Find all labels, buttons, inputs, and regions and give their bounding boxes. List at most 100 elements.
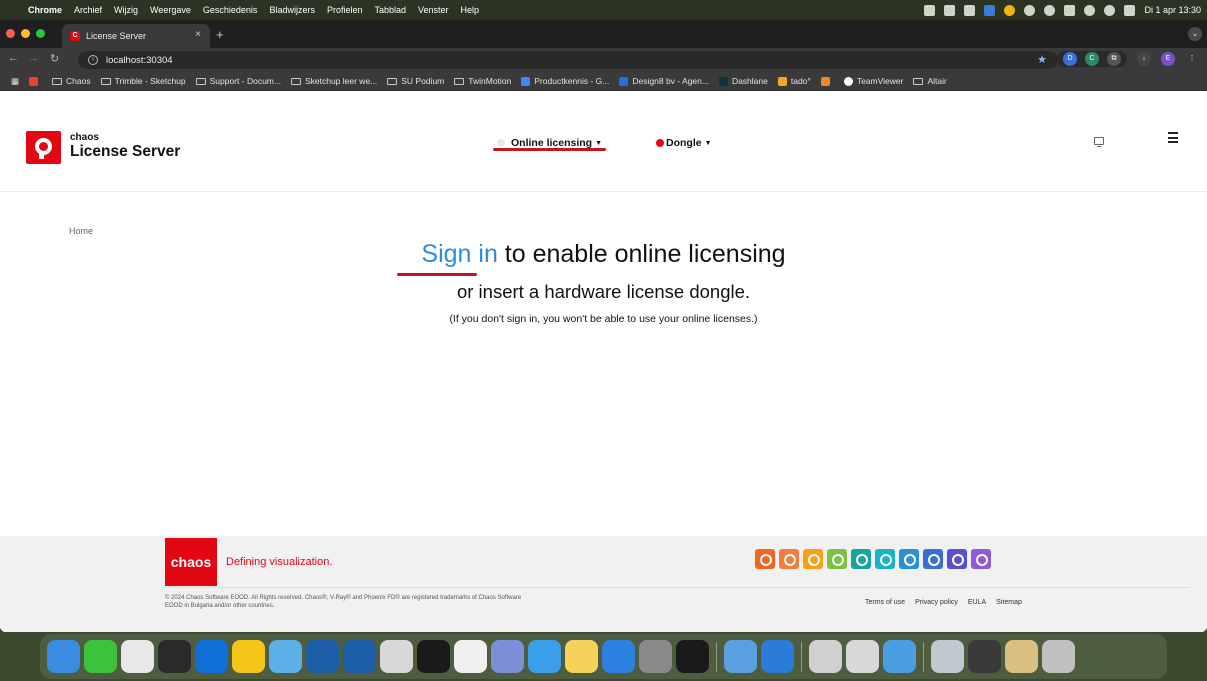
minimize-window-button[interactable] xyxy=(21,29,30,38)
extension-c-icon[interactable]: C xyxy=(1085,52,1099,66)
extension-d-icon[interactable]: D xyxy=(1063,52,1077,66)
menu-app-name[interactable]: Chrome xyxy=(22,5,68,15)
back-icon[interactable]: ← xyxy=(8,52,19,64)
bookmark-trimble[interactable]: Trimble - Sketchup xyxy=(98,76,189,86)
dock-launchpad-icon[interactable] xyxy=(491,640,524,673)
dock-window-icon[interactable] xyxy=(1005,640,1038,673)
product-icon-1[interactable] xyxy=(755,549,775,569)
menu-venster[interactable]: Venster xyxy=(412,5,455,15)
product-icon-4[interactable] xyxy=(827,549,847,569)
zoom-window-button[interactable] xyxy=(36,29,45,38)
profile-avatar[interactable]: E xyxy=(1161,52,1175,66)
address-bar[interactable]: i localhost:30304 xyxy=(78,51,1058,69)
bookmark-twinmotion[interactable]: TwinMotion xyxy=(451,76,514,86)
breadcrumb[interactable]: Home xyxy=(69,226,93,236)
tab-close-icon[interactable]: × xyxy=(195,29,201,40)
clock-status-icon[interactable] xyxy=(1044,4,1056,16)
privacy-policy-link[interactable]: Privacy policy xyxy=(915,599,958,606)
dock-folder-icon[interactable] xyxy=(269,640,302,673)
dock-window-icon[interactable] xyxy=(968,640,1001,673)
dock-app-store-icon[interactable] xyxy=(602,640,635,673)
product-icon-3[interactable] xyxy=(803,549,823,569)
eula-link[interactable]: EULA xyxy=(968,599,986,606)
apps-grid-icon[interactable]: ▦ xyxy=(8,76,22,87)
dock-terminal-icon[interactable] xyxy=(676,640,709,673)
bookmark-productkennis[interactable]: Productkennis - G... xyxy=(518,76,612,86)
forward-icon[interactable]: → xyxy=(28,52,39,64)
menu-tabblad[interactable]: Tabblad xyxy=(368,5,412,15)
screenshot-status-icon[interactable] xyxy=(964,4,976,16)
bookmark-sketchup-leer[interactable]: Sketchup leer we... xyxy=(288,76,380,86)
dongle-menu[interactable]: Dongle ▼ xyxy=(656,137,712,149)
dock-teamviewer-icon[interactable] xyxy=(195,640,228,673)
close-window-button[interactable] xyxy=(6,29,15,38)
menubar-clock[interactable]: Di 1 apr 13:30 xyxy=(1144,5,1201,15)
wifi-icon[interactable] xyxy=(1084,4,1096,16)
sketchbook-status-icon[interactable] xyxy=(944,4,956,16)
site-info-icon[interactable]: i xyxy=(88,55,98,65)
menu-geschiedenis[interactable]: Geschiedenis xyxy=(197,5,264,15)
bookmark-orange[interactable] xyxy=(818,76,837,86)
alert-status-icon[interactable] xyxy=(984,4,996,16)
menu-archief[interactable]: Archief xyxy=(68,5,108,15)
dock-notes-icon[interactable] xyxy=(565,640,598,673)
dock-finder-icon[interactable] xyxy=(47,640,80,673)
bookmark-altair[interactable]: Altair xyxy=(910,76,949,86)
dock-preview-icon[interactable] xyxy=(724,640,757,673)
bookmark-chaos[interactable]: Chaos xyxy=(49,76,94,86)
vpn-status-icon[interactable] xyxy=(1004,4,1016,16)
tab-search-icon[interactable]: ⌄ xyxy=(1188,27,1202,41)
sitemap-link[interactable]: Sitemap xyxy=(996,599,1022,606)
bookmark-gmail[interactable] xyxy=(26,76,45,86)
download-icon[interactable]: ↓ xyxy=(1137,52,1151,66)
dock-messages-icon[interactable] xyxy=(84,640,117,673)
dock-sketchbook-icon[interactable] xyxy=(454,640,487,673)
menu-bladwijzers[interactable]: Bladwijzers xyxy=(263,5,321,15)
dock-unreal-icon[interactable] xyxy=(380,640,413,673)
bookmark-dashlane[interactable]: Dashlane xyxy=(716,76,771,86)
chrome-menu-icon[interactable]: ⋮ xyxy=(1185,52,1199,66)
dock-google-drive-icon[interactable] xyxy=(232,640,265,673)
new-tab-icon[interactable]: + xyxy=(216,27,224,42)
footer-logo[interactable]: chaos xyxy=(165,538,217,586)
menu-weergave[interactable]: Weergave xyxy=(144,5,197,15)
hamburger-menu-icon[interactable] xyxy=(1168,132,1178,146)
dock-sketchup-icon[interactable] xyxy=(343,640,376,673)
bookmark-teamviewer[interactable]: TeamViewer xyxy=(841,76,907,86)
play-status-icon[interactable] xyxy=(1024,4,1036,16)
product-icon-2[interactable] xyxy=(779,549,799,569)
product-icon-6[interactable] xyxy=(875,549,895,569)
dock-chrome-icon[interactable] xyxy=(121,640,154,673)
product-icon-7[interactable] xyxy=(899,549,919,569)
dock-alert-icon[interactable] xyxy=(883,640,916,673)
bookmark-tado[interactable]: tado° xyxy=(775,76,814,86)
bookmark-support[interactable]: Support - Docum... xyxy=(193,76,284,86)
search-icon[interactable] xyxy=(1104,4,1116,16)
bookmark-star-icon[interactable]: ★ xyxy=(1037,53,1047,66)
dock-epic-games-icon[interactable] xyxy=(417,640,450,673)
battery-icon[interactable] xyxy=(1064,4,1076,16)
dock-window-icon[interactable] xyxy=(931,640,964,673)
sign-in-link[interactable]: Sign in xyxy=(421,240,497,268)
logo-product-title[interactable]: License Server xyxy=(70,143,180,161)
dock-documents-icon[interactable] xyxy=(809,640,842,673)
chaos-logo-icon[interactable] xyxy=(26,131,61,164)
dock-dashlane-icon[interactable] xyxy=(761,640,794,673)
product-icon-5[interactable] xyxy=(851,549,871,569)
reload-icon[interactable]: ↻ xyxy=(50,52,59,65)
control-center-icon[interactable] xyxy=(1124,4,1136,16)
dock-feedly-icon[interactable] xyxy=(158,640,191,673)
menu-help[interactable]: Help xyxy=(455,5,486,15)
bookmark-design8[interactable]: Design8 bv - Agen... xyxy=(616,76,712,86)
product-icon-8[interactable] xyxy=(923,549,943,569)
bookmark-su-podium[interactable]: SU Podium xyxy=(384,76,447,86)
dock-screenshot-icon[interactable] xyxy=(846,640,879,673)
extensions-puzzle-icon[interactable]: ⧉ xyxy=(1107,52,1121,66)
dock-sketchup-icon[interactable] xyxy=(306,640,339,673)
terms-of-use-link[interactable]: Terms of use xyxy=(865,599,905,606)
product-icon-10[interactable] xyxy=(971,549,991,569)
menu-wijzig[interactable]: Wijzig xyxy=(108,5,144,15)
active-tab[interactable]: C License Server × xyxy=(62,24,210,48)
menu-profielen[interactable]: Profielen xyxy=(321,5,369,15)
dock-trash-icon[interactable] xyxy=(1042,640,1075,673)
